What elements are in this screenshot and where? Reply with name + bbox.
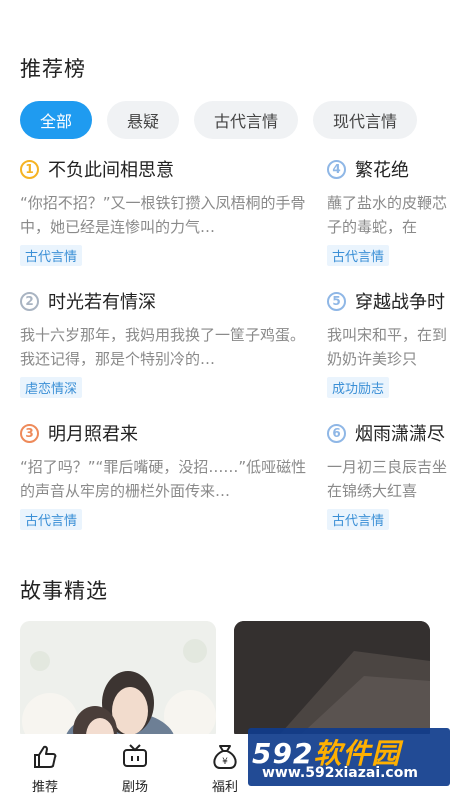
ranking-column-1: 1 不负此间相思意 “你招不招？”又一根铁钉攒入凤梧桐的手骨中，她已经是连惨叫的… (20, 150, 310, 546)
tab-ancient-romance[interactable]: 古代言情 (194, 101, 299, 139)
tabbar-label: 剧场 (121, 780, 148, 795)
tab-suspense[interactable]: 悬疑 (107, 101, 180, 139)
ranking-title: 推荐榜 (20, 57, 86, 81)
ranking-item[interactable]: 5 穿越战争时 我叫宋和平，在到奶奶许美珍只 成功励志 (327, 282, 450, 414)
rank-badge: 3 (20, 423, 39, 443)
book-description: “招了吗？”“罪后嘴硬，没招……”低哑磁性的声音从牢房的栅栏外面传来… (20, 458, 307, 500)
genre-tag: 成功励志 (327, 377, 390, 398)
ranking-item[interactable]: 1 不负此间相思意 “你招不招？”又一根铁钉攒入凤梧桐的手骨中，她已经是连惨叫的… (20, 150, 310, 282)
story-card[interactable] (20, 621, 216, 741)
rank-badge: 5 (327, 291, 346, 311)
rank-badge: 2 (20, 291, 39, 311)
watermark-url: www.592xiazai.com (262, 765, 418, 781)
tabbar-item-theater[interactable]: 剧场 (90, 734, 180, 800)
story-cover-image (234, 621, 430, 741)
book-title: 明月照君来 (48, 424, 138, 445)
book-description: “你招不招？”又一根铁钉攒入凤梧桐的手骨中，她已经是连惨叫的力气… (20, 194, 306, 236)
ranking-item[interactable]: 6 烟雨潇潇尽 一月初三良辰吉坐在锦绣大红喜 古代言情 (327, 414, 450, 546)
ranking-item[interactable]: 2 时光若有情深 我十六岁那年，我妈用我换了一筐子鸡蛋。我还记得，那是个特别冷的… (20, 282, 310, 414)
ranking-item[interactable]: 3 明月照君来 “招了吗？”“罪后嘴硬，没招……”低哑磁性的声音从牢房的栅栏外面… (20, 414, 310, 546)
rank-badge: 6 (327, 423, 346, 443)
tab-modern-romance[interactable]: 现代言情 (313, 101, 418, 139)
genre-tag: 虐恋情深 (20, 377, 83, 398)
ranking-list: 1 不负此间相思意 “你招不招？”又一根铁钉攒入凤梧桐的手骨中，她已经是连惨叫的… (20, 150, 450, 550)
book-title: 烟雨潇潇尽 (355, 424, 445, 445)
book-title: 不负此间相思意 (48, 160, 174, 181)
book-title: 穿越战争时 (355, 292, 445, 313)
story-card[interactable] (234, 621, 430, 741)
tabbar-item-recommend[interactable]: 推荐 (0, 734, 90, 800)
genre-tag: 古代言情 (20, 245, 83, 266)
book-title: 繁花绝 (355, 160, 409, 181)
story-cover-image (20, 621, 216, 741)
svg-text:¥: ¥ (222, 757, 228, 767)
ranking-tabs: 全部 悬疑 古代言情 现代言情 (20, 101, 418, 139)
genre-tag: 古代言情 (327, 509, 390, 530)
money-bag-icon: ¥ (213, 745, 237, 769)
genre-tag: 古代言情 (20, 509, 83, 530)
stories-title: 故事精选 (20, 579, 108, 603)
book-title: 时光若有情深 (48, 292, 156, 313)
site-watermark: 592软件园 www.592xiazai.com (248, 728, 450, 786)
thumbs-up-icon (34, 745, 57, 768)
book-description: 我叫宋和平，在到奶奶许美珍只 (327, 326, 448, 368)
book-description: 一月初三良辰吉坐在锦绣大红喜 (327, 458, 448, 500)
rank-badge: 4 (327, 159, 346, 179)
tabbar-label: 福利 (211, 780, 238, 795)
ranking-column-2: 4 繁花绝 蘸了盐水的皮鞭芯子的毒蛇，在 古代言情 5 穿越战争时 我叫宋和平，… (327, 150, 450, 546)
book-description: 我十六岁那年，我妈用我换了一筐子鸡蛋。我还记得，那是个特别冷的… (20, 326, 306, 368)
rank-badge: 1 (20, 159, 39, 179)
tv-icon (123, 744, 147, 767)
genre-tag: 古代言情 (327, 245, 390, 266)
book-description: 蘸了盐水的皮鞭芯子的毒蛇，在 (327, 194, 448, 236)
tabbar-label: 推荐 (31, 780, 58, 795)
ranking-item[interactable]: 4 繁花绝 蘸了盐水的皮鞭芯子的毒蛇，在 古代言情 (327, 150, 450, 282)
tab-all[interactable]: 全部 (20, 101, 93, 139)
